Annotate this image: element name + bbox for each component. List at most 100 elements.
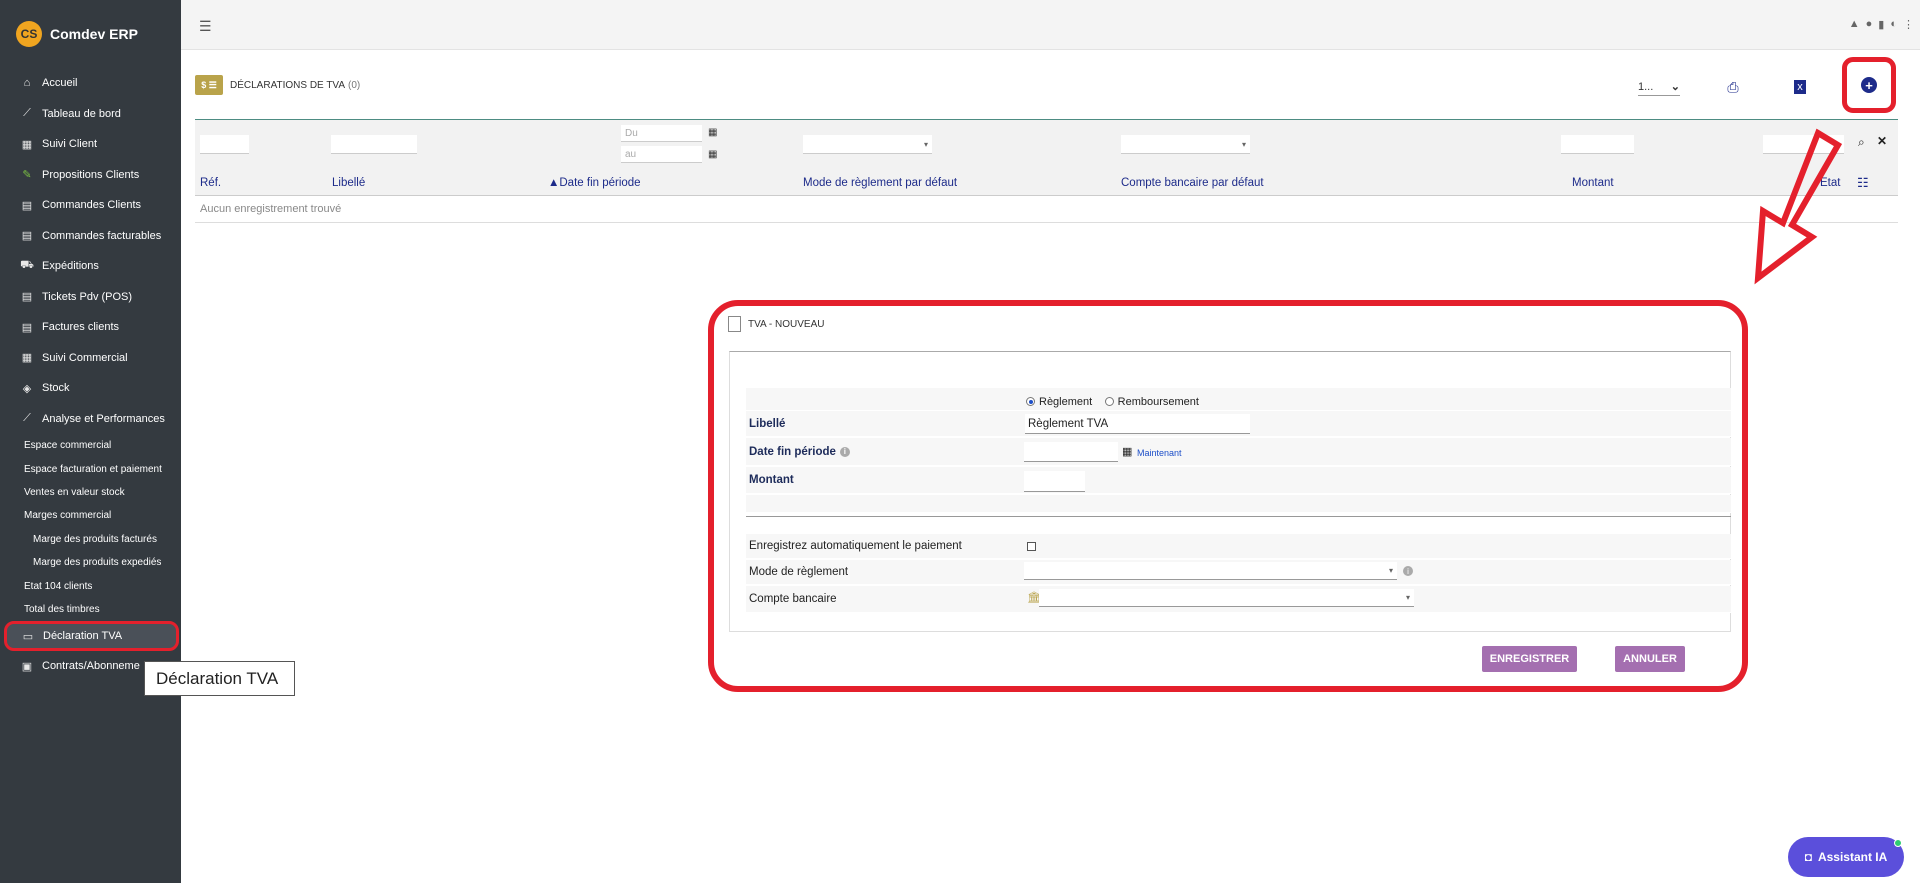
clear-filter-icon[interactable]: ✕ [1877, 134, 1887, 148]
form-row-bank-account: Compte bancaire 🏛 ▾ [746, 586, 1731, 613]
sidebar-subitem-marges-commercial[interactable]: Marges commercial [0, 504, 181, 527]
filter-payment-mode-select[interactable]: ▾ [803, 135, 932, 154]
sidebar-subitem-ventes-valeur-stock[interactable]: Ventes en valeur stock [0, 481, 181, 504]
declarations-table: Du ▦ au ▦ ▾ ▾ ⌕ ✕ Réf. Libellé ▲Date fin… [195, 119, 1898, 223]
table-header-row: Réf. Libellé ▲Date fin période Mode de r… [195, 170, 1898, 196]
bank-account-label: Compte bancaire [749, 593, 837, 605]
page-title: DÉCLARATIONS DE TVA [230, 79, 346, 91]
auto-payment-label: Enregistrez automatiquement le paiement [749, 540, 962, 552]
column-header-compte-bancaire[interactable]: Compte bancaire par défaut [1121, 177, 1264, 189]
column-header-montant[interactable]: Montant [1572, 177, 1614, 189]
sidebar-item-commandes-facturables[interactable]: ▤ Commandes facturables [0, 221, 181, 252]
save-button[interactable]: ENREGISTRER [1482, 646, 1577, 672]
document-icon [728, 316, 741, 332]
calendar-icon[interactable]: ▦ [1122, 445, 1132, 458]
sidebar: CS Comdev ERP ⌂ Accueil ⟋ Tableau de bord … [0, 0, 181, 883]
sidebar-item-stock[interactable]: ◈ Stock [0, 373, 181, 404]
column-header-ref[interactable]: Réf. [200, 177, 221, 189]
plus-circle-icon[interactable]: + [1861, 77, 1877, 93]
file-icon: ▤ [21, 321, 33, 334]
sidebar-subitem-total-timbres[interactable]: Total des timbres [0, 598, 181, 621]
sidebar-item-label: Accueil [42, 77, 78, 90]
box-icon: ◈ [22, 382, 32, 395]
sidebar-item-expeditions[interactable]: ⛟ Expéditions [0, 251, 181, 282]
sidebar-subitem-etat-104[interactable]: Etat 104 clients [0, 574, 181, 597]
brand[interactable]: CS Comdev ERP [0, 0, 181, 68]
briefcase-icon: ▣ [21, 660, 33, 673]
caret-down-icon: ▾ [923, 139, 928, 149]
montant-input[interactable] [1024, 471, 1085, 492]
column-header-date-fin[interactable]: ▲Date fin période [548, 177, 641, 189]
print-button[interactable]: ⎙ [1723, 77, 1743, 97]
column-header-mode-reglement[interactable]: Mode de règlement par défaut [803, 177, 957, 189]
topbar: ☰ ▲ ● ▮ ◐ ⋮ [181, 0, 1920, 50]
form-row-separator [746, 495, 1731, 513]
radio-reglement[interactable] [1026, 397, 1035, 407]
sidebar-item-label: Expéditions [42, 260, 99, 273]
form-row-payment-mode: Mode de règlement ▾ i [746, 560, 1731, 585]
sidebar-subitem-marge-produits-factures[interactable]: Marge des produits facturés [0, 528, 181, 551]
sidebar-item-label: Propositions Clients [42, 168, 140, 181]
sidebar-item-tickets-pdv[interactable]: ▤ Tickets Pdv (POS) [0, 282, 181, 313]
chat-icon[interactable]: ● [1866, 18, 1873, 31]
filter-etat-input[interactable] [1763, 135, 1844, 154]
sidebar-item-label: Déclaration TVA [43, 630, 123, 643]
calendar-icon[interactable]: ▦ [708, 149, 717, 160]
date-fin-label: Date fin période i [749, 446, 850, 458]
page-size-select[interactable]: 1... ⌄ [1638, 78, 1680, 96]
filter-bank-account-select[interactable]: ▾ [1121, 135, 1250, 154]
notification-icon[interactable]: ▲ [1849, 18, 1860, 31]
montant-label: Montant [749, 474, 794, 486]
column-header-etat[interactable]: Etat [1820, 177, 1840, 189]
sidebar-item-declaration-tva[interactable]: ▭ Déclaration TVA [4, 621, 179, 652]
assistant-label: Assistant IA [1817, 850, 1888, 864]
sidebar-item-propositions-clients[interactable]: ✎ Propositions Clients [0, 160, 181, 191]
cancel-button[interactable]: ANNULER [1615, 646, 1685, 672]
export-excel-button[interactable]: x [1790, 77, 1810, 97]
filter-date-to[interactable]: au [621, 146, 702, 163]
payment-mode-select[interactable]: ▾ [1024, 562, 1397, 580]
sidebar-item-label: Stock [42, 382, 70, 395]
modal-header: TVA - NOUVEAU [728, 316, 825, 332]
radio-remboursement[interactable] [1104, 397, 1114, 407]
empty-message: Aucun enregistrement trouvé [195, 196, 1898, 223]
file-icon: ▤ [21, 291, 33, 304]
libelle-input[interactable]: Règlement TVA [1025, 414, 1250, 434]
column-header-libelle[interactable]: Libellé [332, 177, 365, 189]
sidebar-item-analyse[interactable]: ⟋ Analyse et Performances [0, 404, 181, 435]
form-row-montant: Montant [746, 467, 1731, 494]
filter-montant-input[interactable] [1561, 135, 1634, 154]
caret-down-icon: ▾ [1241, 139, 1246, 149]
page-header: $ ☰ DÉCLARATIONS DE TVA (0) [195, 75, 360, 95]
sidebar-item-accueil[interactable]: ⌂ Accueil [0, 68, 181, 99]
user-avatar-icon[interactable]: ◐ [1890, 18, 1897, 31]
date-fin-input[interactable] [1024, 442, 1118, 462]
chart-line-icon: ⟋ [23, 412, 31, 425]
column-list-icon[interactable]: ☷ [1857, 175, 1869, 191]
sidebar-item-suivi-client[interactable]: ▦ Suivi Client [0, 129, 181, 160]
sidebar-item-commandes-clients[interactable]: ▤ Commandes Clients [0, 190, 181, 221]
caret-down-icon: ▾ [1405, 593, 1410, 602]
sidebar-tooltip: Déclaration TVA [144, 661, 295, 696]
more-vertical-icon[interactable]: ⋮ [1903, 18, 1914, 31]
sidebar-item-suivi-commercial[interactable]: ▦ Suivi Commercial [0, 343, 181, 374]
assistant-ia-button[interactable]: ◘ Assistant IA [1788, 837, 1904, 877]
building-icon: ▦ [21, 352, 33, 365]
sidebar-subitem-marge-produits-expedies[interactable]: Marge des produits expediés [0, 551, 181, 574]
sidebar-item-factures-clients[interactable]: ▤ Factures clients [0, 312, 181, 343]
sidebar-item-tableau-de-bord[interactable]: ⟋ Tableau de bord [0, 99, 181, 130]
calendar-icon[interactable]: ▦ [708, 127, 717, 138]
auto-payment-checkbox[interactable] [1027, 542, 1036, 551]
bank-account-select[interactable]: ▾ [1039, 589, 1414, 607]
hamburger-menu-icon[interactable]: ☰ [199, 18, 212, 35]
brand-name: Comdev ERP [50, 26, 138, 42]
maintenant-link[interactable]: Maintenant [1137, 448, 1182, 458]
filter-ref-input[interactable] [200, 135, 249, 154]
filter-libelle-input[interactable] [331, 135, 417, 154]
chevron-down-icon: ⌄ [1670, 81, 1680, 93]
sidebar-subitem-espace-facturation[interactable]: Espace facturation et paiement [0, 457, 181, 480]
search-icon[interactable]: ⌕ [1858, 135, 1865, 150]
sidebar-subitem-espace-commercial[interactable]: Espace commercial [0, 434, 181, 457]
clipboard-icon[interactable]: ▮ [1878, 18, 1884, 31]
filter-date-from[interactable]: Du [621, 125, 702, 142]
